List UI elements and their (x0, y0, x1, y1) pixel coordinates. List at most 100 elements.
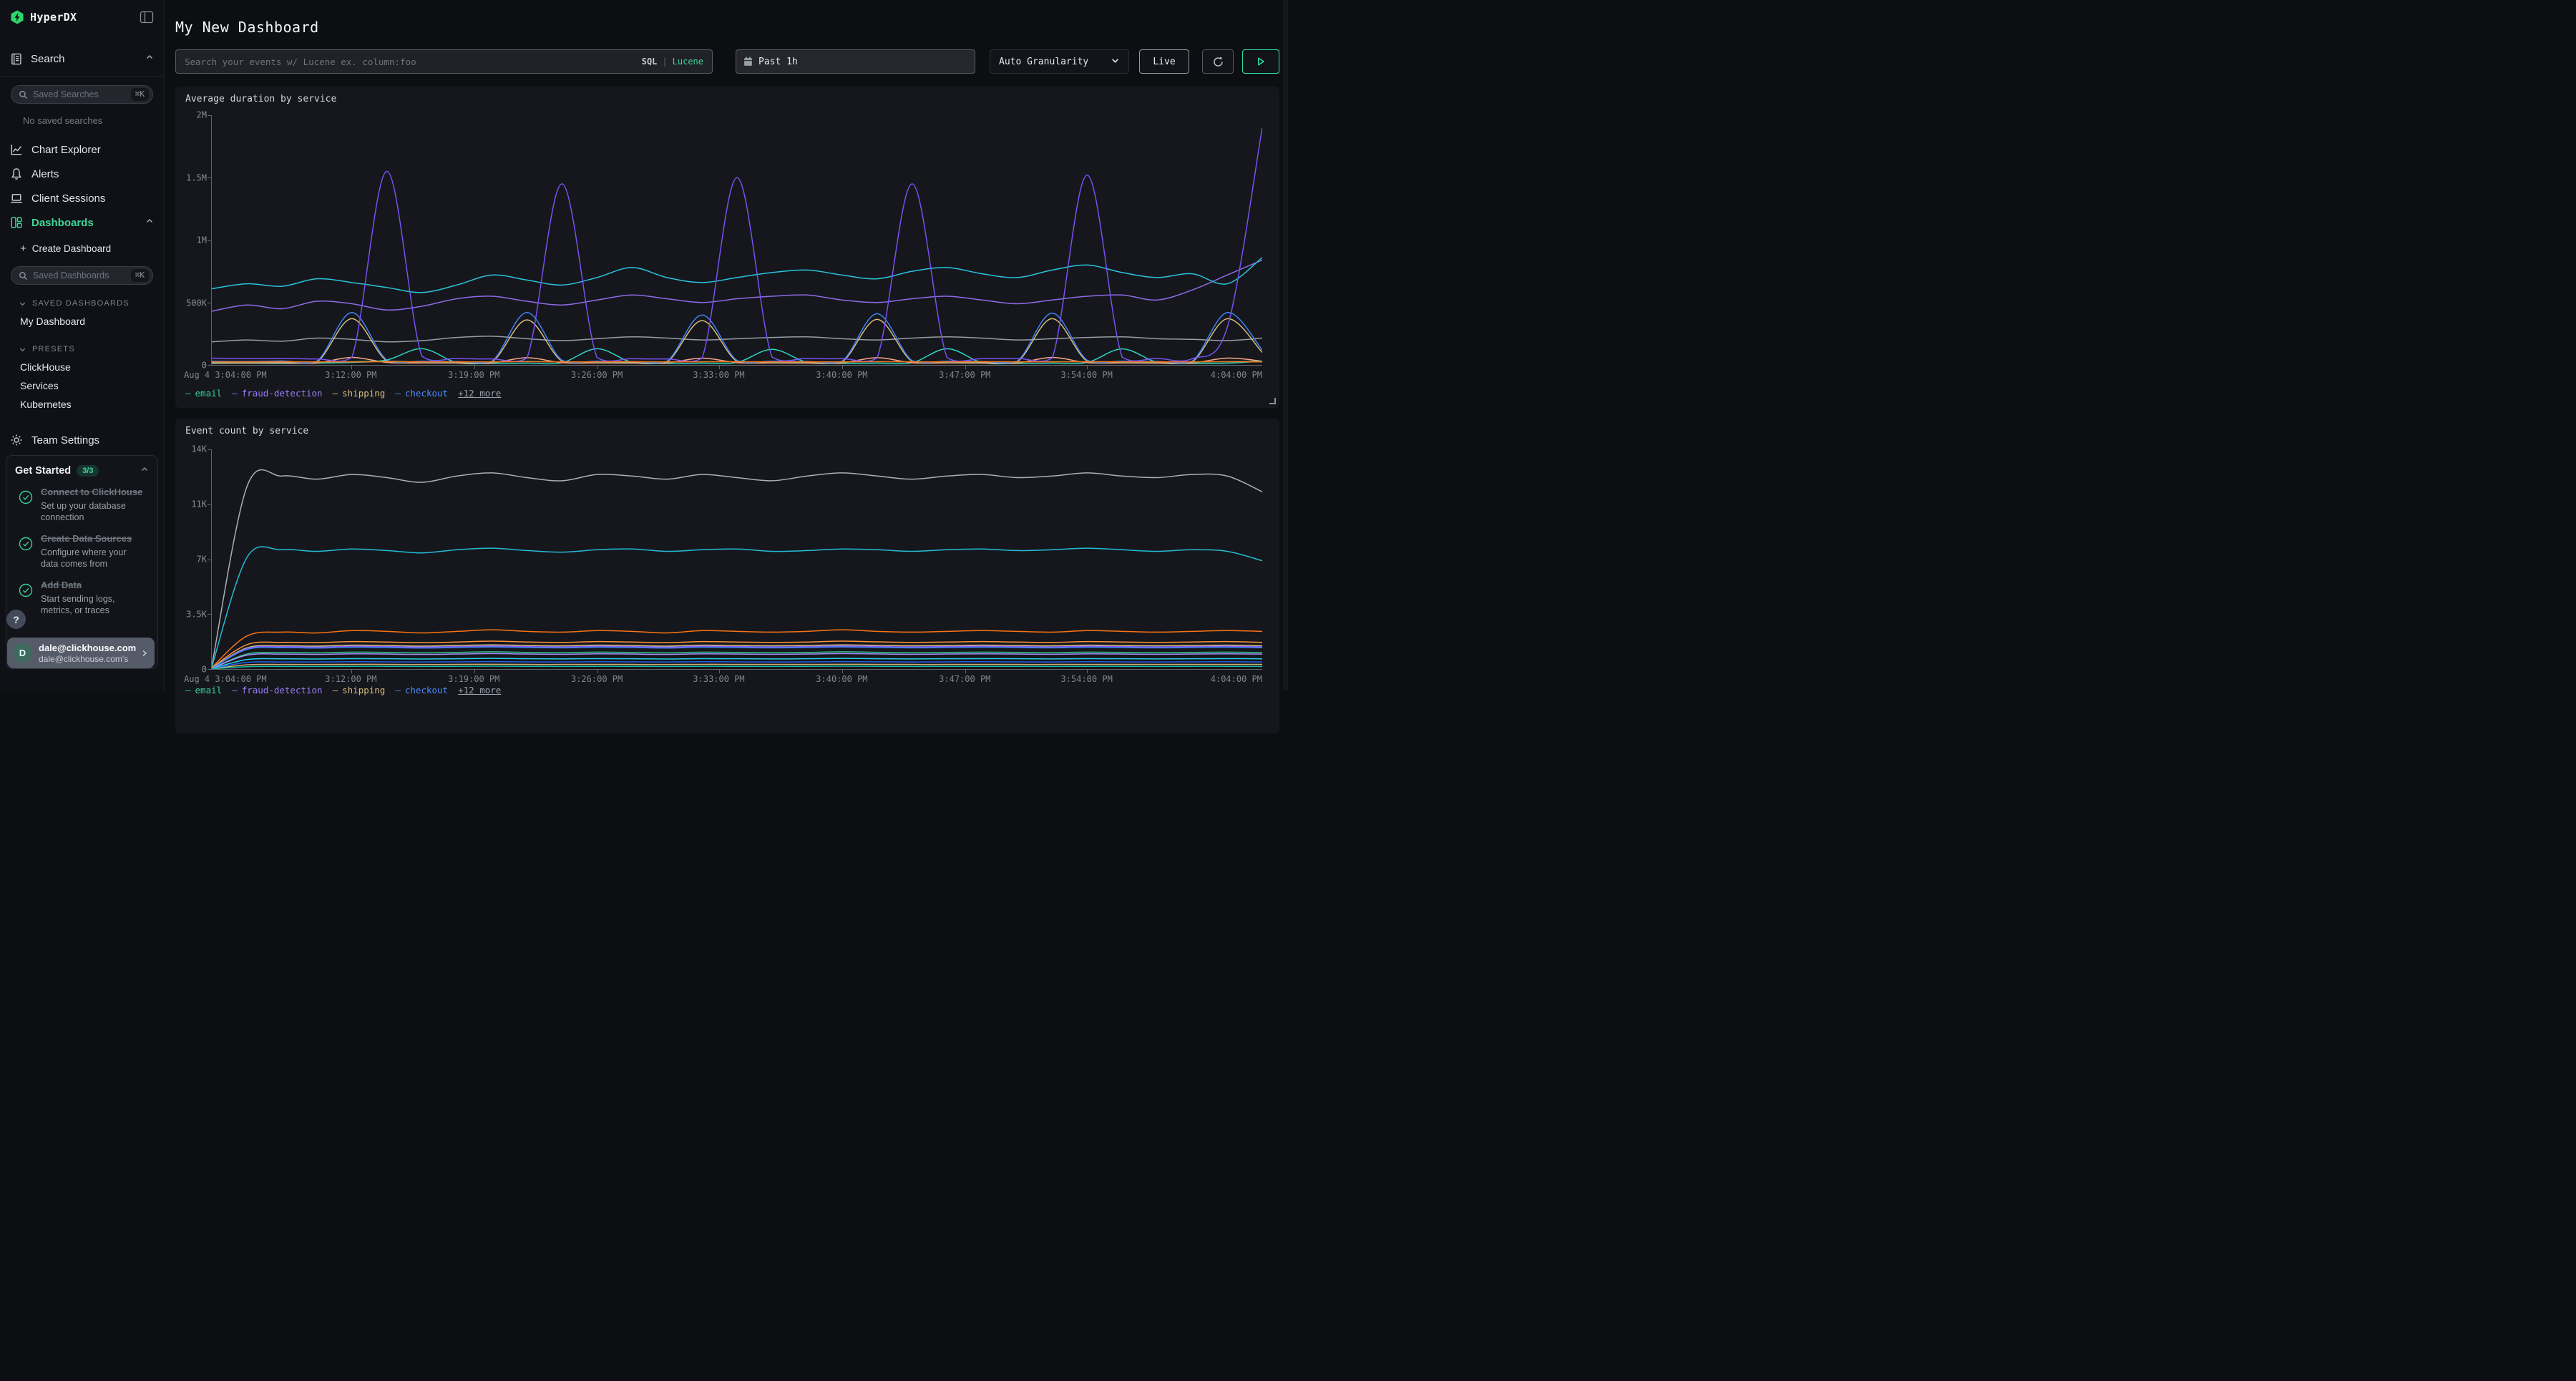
legend-swatch: — (333, 388, 338, 399)
legend-more-link[interactable]: +12 more (458, 388, 501, 399)
legend-item-checkout[interactable]: —checkout (395, 685, 448, 696)
user-menu[interactable]: D dale@clickhouse.com dale@clickhouse.co… (7, 638, 155, 668)
event-search-input[interactable]: Search your events w/ Lucene ex. column:… (175, 49, 713, 74)
get-started-item-sources[interactable]: Create Data Sources Configure where your… (15, 533, 149, 570)
x-tick-label: Aug 4 3:04:00 PM (184, 370, 267, 380)
chevron-down-icon (19, 346, 26, 353)
legend-item-fraud-detection[interactable]: —fraud-detection (232, 685, 322, 696)
get-started-item-add-data[interactable]: Add Data Start sending logs, metrics, or… (15, 580, 149, 617)
get-started-title: Get Started (15, 465, 71, 477)
no-saved-searches-text: No saved searches (0, 115, 164, 126)
y-tick-label: 0 (202, 664, 207, 674)
line-chart (212, 115, 1262, 365)
create-dashboard-label: Create Dashboard (32, 243, 111, 254)
step-title: Connect to ClickHouse (41, 487, 142, 499)
x-tick-mark (965, 669, 966, 673)
granularity-select[interactable]: Auto Granularity (990, 49, 1129, 74)
x-tick-mark (474, 669, 475, 673)
series-violet-spikes (212, 127, 1262, 361)
sidebar-item-clickhouse[interactable]: ClickHouse (0, 358, 164, 376)
sidebar-item-dashboards[interactable]: Dashboards (0, 210, 164, 235)
series-gray (212, 470, 1262, 666)
x-tick-label: 4:04:00 PM (1211, 674, 1262, 684)
y-tick-label: 7K (197, 554, 207, 564)
get-started-progress-badge: 3/3 (77, 465, 99, 477)
sidebar-item-services[interactable]: Services (0, 376, 164, 395)
search-icon (19, 271, 28, 280)
create-dashboard-button[interactable]: + Create Dashboard (0, 239, 164, 258)
bell-icon (10, 167, 23, 180)
presets-header[interactable]: PRESETS (0, 341, 164, 358)
live-button[interactable]: Live (1139, 49, 1189, 74)
chart-panel-event-count: Event count by service Aug 4 3:04:00 PM3… (175, 419, 1279, 733)
section-header-label: PRESETS (32, 345, 75, 353)
search-section-label: Search (31, 53, 65, 65)
dashboard-controls: Search your events w/ Lucene ex. column:… (175, 49, 1279, 74)
chevron-up-icon[interactable] (145, 216, 154, 229)
x-tick-label: 3:47:00 PM (939, 674, 990, 684)
x-tick-label: 3:19:00 PM (448, 674, 499, 684)
y-tick-label: 3.5K (186, 609, 207, 619)
refresh-icon (1212, 56, 1224, 68)
y-tick-mark (208, 365, 212, 366)
step-title: Add Data (41, 580, 141, 592)
sidebar-divider (0, 76, 164, 77)
time-range-picker[interactable]: Past 1h (736, 49, 975, 74)
sidebar-section-search[interactable]: Search (0, 50, 164, 67)
sidebar-item-my-dashboard[interactable]: My Dashboard (0, 312, 164, 331)
help-button[interactable]: ? (6, 610, 26, 629)
saved-dashboards-header[interactable]: SAVED DASHBOARDS (0, 295, 164, 312)
plot-area (211, 115, 1262, 366)
scrollbar[interactable] (1283, 0, 1288, 690)
page-title: My New Dashboard (175, 19, 319, 36)
team-settings-label: Team Settings (31, 434, 99, 446)
saved-dashboards-input[interactable]: Saved Dashboards ⌘K (11, 266, 153, 285)
legend-item-shipping[interactable]: —shipping (333, 388, 386, 399)
check-circle-icon (18, 536, 34, 552)
legend-item-checkout[interactable]: —checkout (395, 388, 448, 399)
legend-more-link[interactable]: +12 more (458, 685, 501, 696)
sidebar-item-chart-explorer[interactable]: Chart Explorer (0, 137, 164, 162)
sidebar-item-alerts[interactable]: Alerts (0, 162, 164, 186)
get-started-item-connect[interactable]: Connect to ClickHouse Set up your databa… (15, 487, 149, 524)
lucene-mode-toggle[interactable]: Lucene (673, 57, 703, 67)
logo-text: HyperDX (30, 11, 77, 24)
sidebar-collapse-icon[interactable] (140, 11, 154, 24)
chart-legend: —email —fraud-detection —shipping —checkout… (185, 388, 1269, 399)
x-tick-label: 3:12:00 PM (325, 370, 376, 380)
legend-item-fraud-detection[interactable]: —fraud-detection (232, 388, 322, 399)
legend-swatch: — (185, 388, 191, 399)
x-axis-labels: Aug 4 3:04:00 PM3:12:00 PM3:19:00 PM3:26… (211, 370, 1262, 381)
user-email: dale@clickhouse.com (39, 643, 140, 653)
x-tick-mark (597, 365, 598, 369)
legend-swatch: — (333, 685, 338, 696)
sidebar-item-client-sessions[interactable]: Client Sessions (0, 186, 164, 210)
y-tick-label: 14K (191, 444, 207, 454)
panel-resize-handle[interactable] (1269, 398, 1276, 404)
legend-item-email[interactable]: —email (185, 685, 222, 696)
run-query-button[interactable] (1242, 49, 1279, 74)
legend-label: checkout (405, 685, 448, 696)
sidebar-item-kubernetes[interactable]: Kubernetes (0, 395, 164, 414)
refresh-button[interactable] (1202, 49, 1234, 74)
chevron-up-icon[interactable] (140, 464, 149, 477)
line-chart (212, 449, 1262, 669)
series-teal (212, 666, 1262, 669)
saved-searches-input[interactable]: Saved Searches ⌘K (11, 85, 153, 104)
chevron-up-icon[interactable] (145, 52, 154, 65)
y-tick-mark (208, 669, 212, 670)
legend-swatch: — (232, 388, 238, 399)
x-tick-label: 3:12:00 PM (325, 674, 376, 684)
main-content: My New Dashboard Search your events w/ L… (165, 0, 1288, 690)
chart-legend: —email—fraud-detection—shipping—checkout… (185, 685, 1269, 696)
avatar: D (13, 643, 32, 663)
legend-item-email[interactable]: —email (185, 388, 222, 399)
sql-mode-toggle[interactable]: SQL (642, 57, 658, 67)
legend-item-shipping[interactable]: —shipping (333, 685, 386, 696)
step-subtitle: Set up your database connection (41, 500, 141, 524)
legend-label: email (195, 685, 223, 696)
x-tick-mark (1087, 669, 1088, 673)
x-tick-mark (719, 365, 720, 369)
sidebar-item-team-settings[interactable]: Team Settings (0, 428, 164, 452)
chart-explorer-icon (10, 143, 23, 156)
